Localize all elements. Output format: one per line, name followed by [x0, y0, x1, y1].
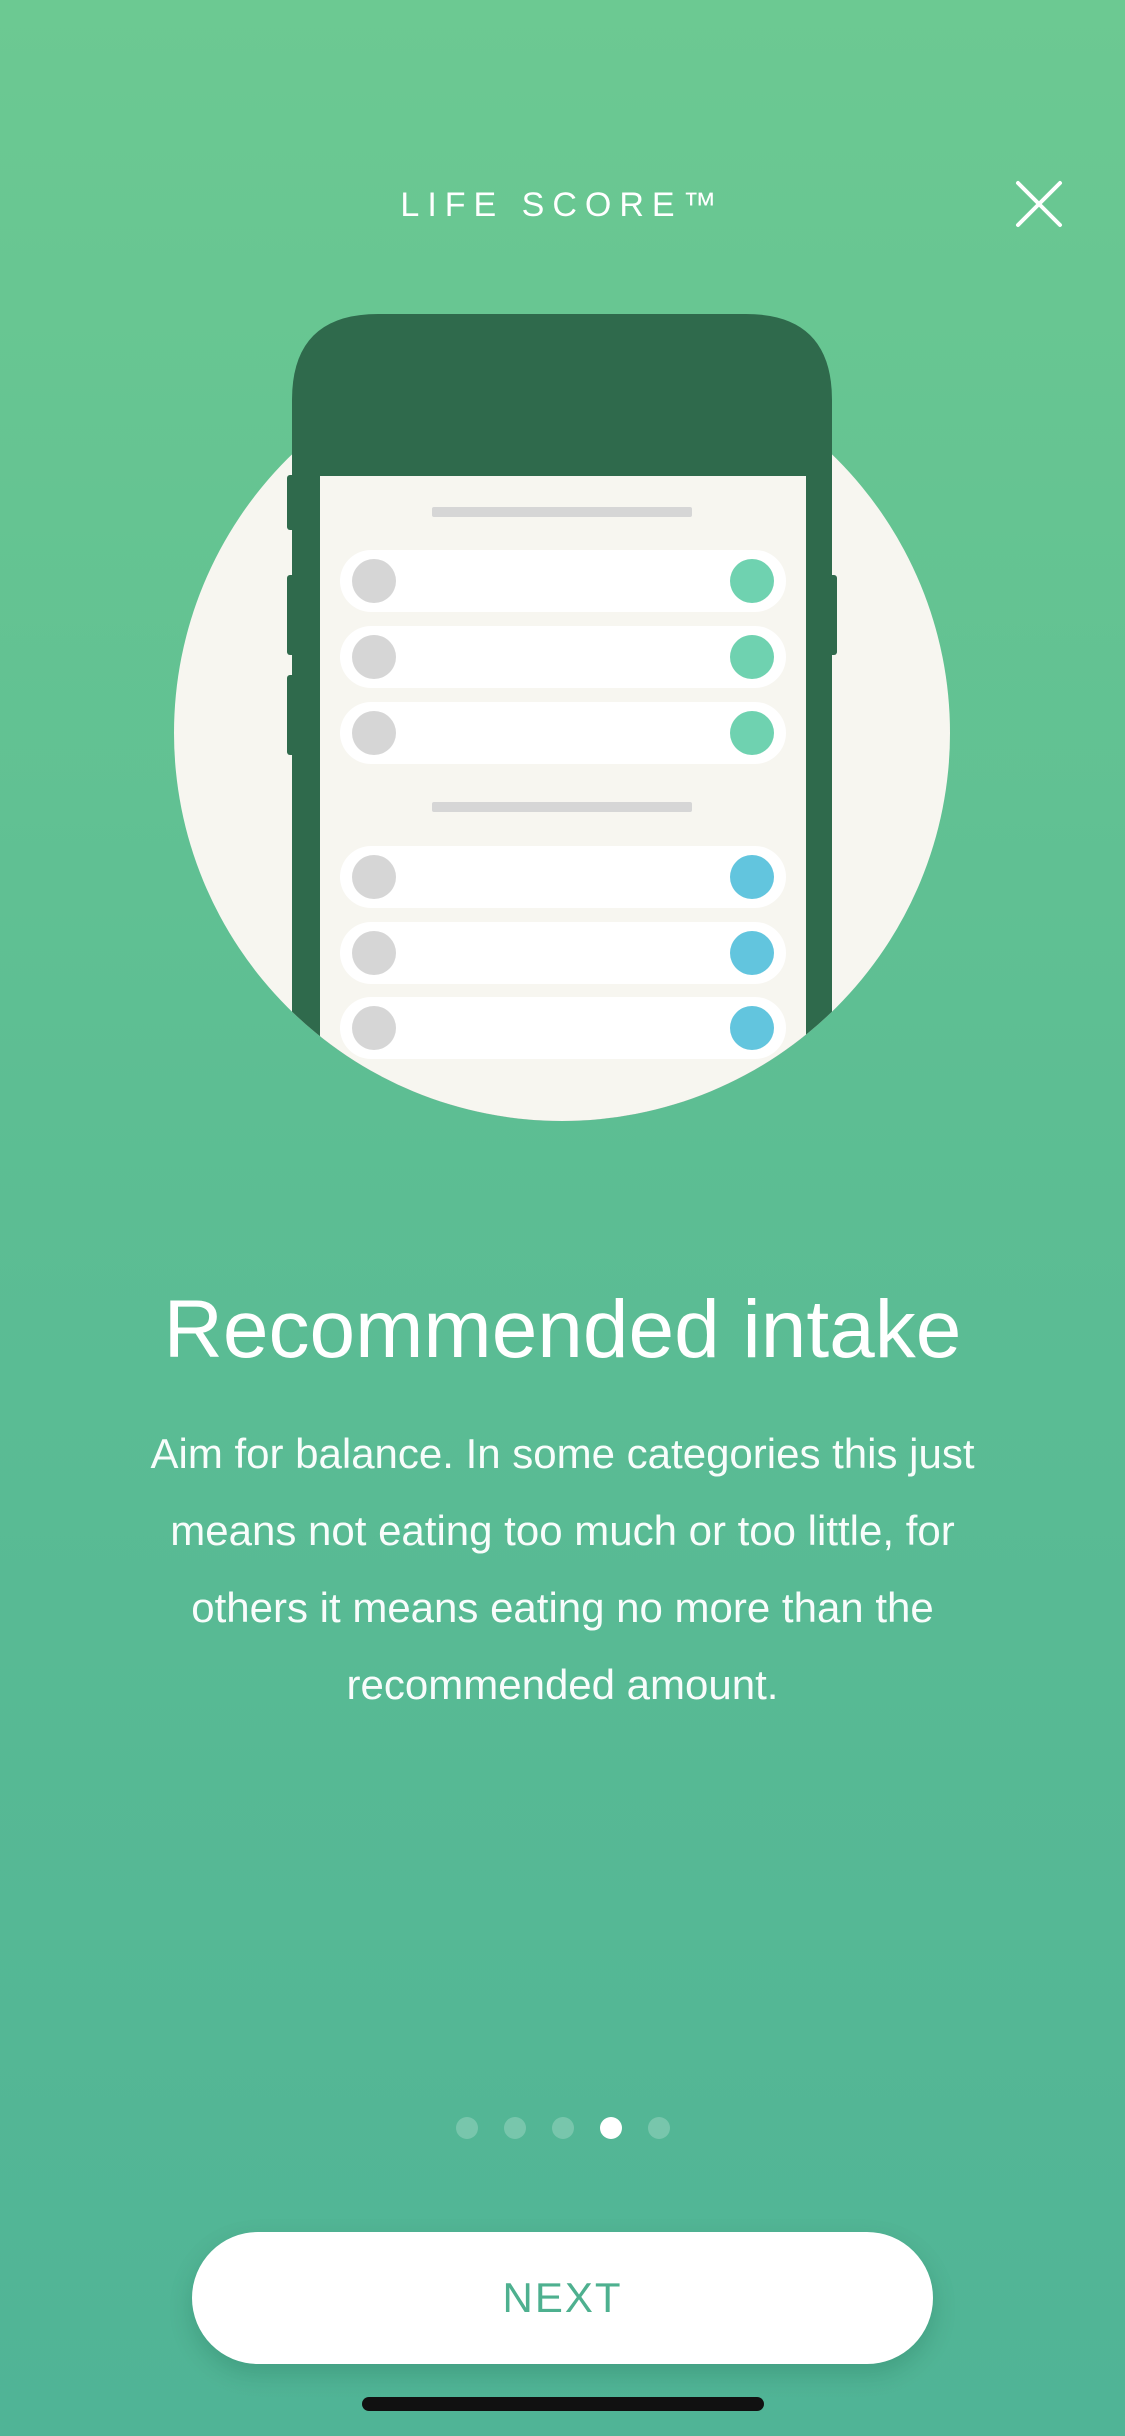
close-icon — [1016, 181, 1062, 227]
phone-list-illustration — [174, 314, 950, 1121]
list-row — [340, 922, 786, 984]
pagination-dot[interactable] — [455, 2117, 478, 2139]
pagination-dot[interactable] — [551, 2117, 574, 2139]
section-divider — [432, 802, 692, 812]
phone-side-button — [287, 475, 295, 530]
row-blue-dot — [730, 931, 774, 975]
phone-side-button — [287, 675, 295, 755]
page-description: Aim for balance. In some categories this… — [150, 1430, 975, 1708]
row-left-dot — [352, 711, 396, 755]
list-row — [340, 702, 786, 764]
phone-top — [292, 314, 832, 476]
row-green-dot — [730, 635, 774, 679]
pagination-dot[interactable] — [599, 2117, 622, 2139]
row-blue-dot — [730, 1006, 774, 1050]
row-blue-dot — [730, 855, 774, 899]
pagination-dots — [0, 2117, 1125, 2141]
list-row — [340, 626, 786, 688]
row-left-dot — [352, 635, 396, 679]
list-row — [340, 997, 786, 1059]
close-button[interactable] — [1010, 175, 1068, 233]
row-left-dot — [352, 1006, 396, 1050]
section-divider — [432, 507, 692, 517]
home-indicator — [362, 2397, 764, 2411]
row-left-dot — [352, 855, 396, 899]
phone-side-button — [829, 575, 837, 655]
pagination-dot[interactable] — [503, 2117, 526, 2139]
list-row — [340, 550, 786, 612]
pagination-dot[interactable] — [647, 2117, 670, 2139]
row-green-dot — [730, 711, 774, 755]
next-button[interactable]: NEXT — [192, 2232, 933, 2364]
row-left-dot — [352, 931, 396, 975]
list-row — [340, 846, 786, 908]
row-left-dot — [352, 559, 396, 603]
phone-side-button — [287, 575, 295, 655]
page-title: Recommended intake — [163, 1284, 962, 1375]
row-green-dot — [730, 559, 774, 603]
header-title: LIFE SCORE™ — [400, 186, 725, 224]
